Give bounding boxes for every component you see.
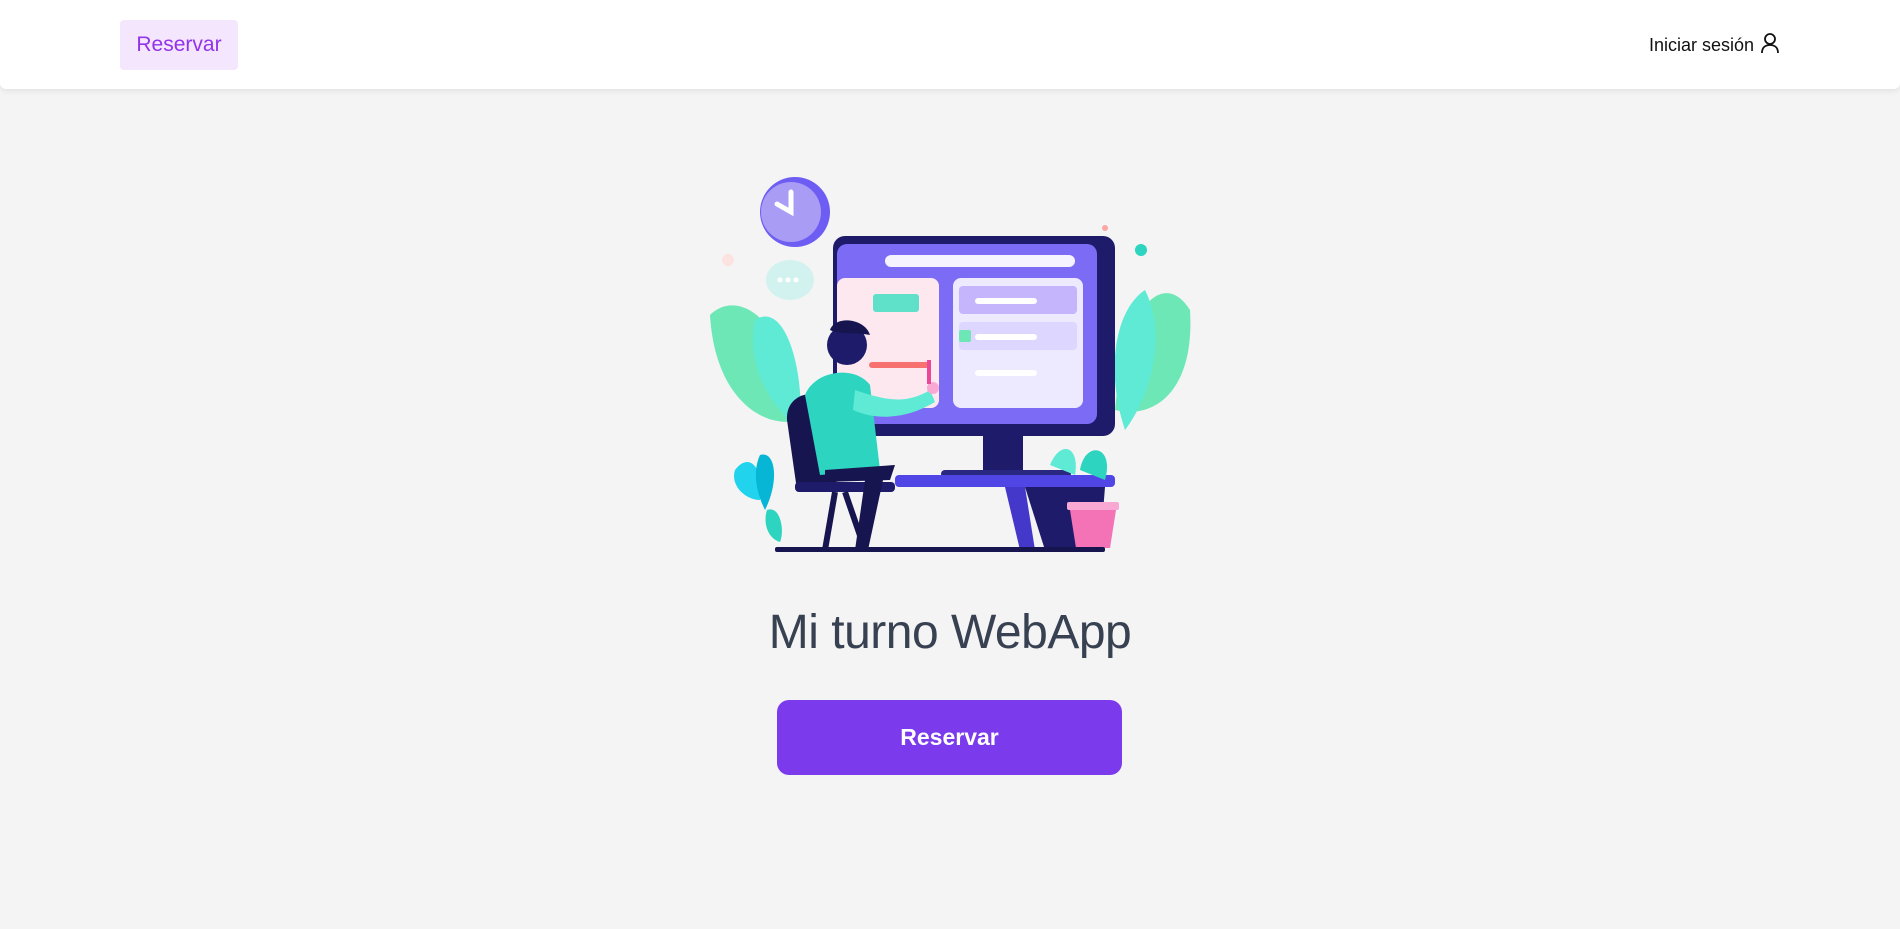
- user-icon: [1760, 32, 1780, 59]
- login-label: Iniciar sesión: [1648, 34, 1754, 55]
- clock-icon: [760, 177, 830, 247]
- plant-leaves-right: [1114, 290, 1191, 430]
- page-title: Mi turno WebApp: [768, 606, 1132, 659]
- decor-dot: [1135, 244, 1147, 256]
- top-navbar: Reservar Iniciar sesión: [0, 0, 1900, 89]
- decor-dot: [722, 254, 734, 266]
- person-at-computer-illustration: [705, 170, 1195, 560]
- decor-dot: [1102, 225, 1108, 231]
- reserve-button[interactable]: Reservar: [777, 700, 1122, 775]
- login-link[interactable]: Iniciar sesión: [1649, 29, 1780, 61]
- chat-bubble-icon: [766, 260, 814, 300]
- nav-reserve-button[interactable]: Reservar: [120, 20, 238, 70]
- floor-line: [775, 547, 1105, 552]
- plant-leaves-left: [710, 305, 801, 542]
